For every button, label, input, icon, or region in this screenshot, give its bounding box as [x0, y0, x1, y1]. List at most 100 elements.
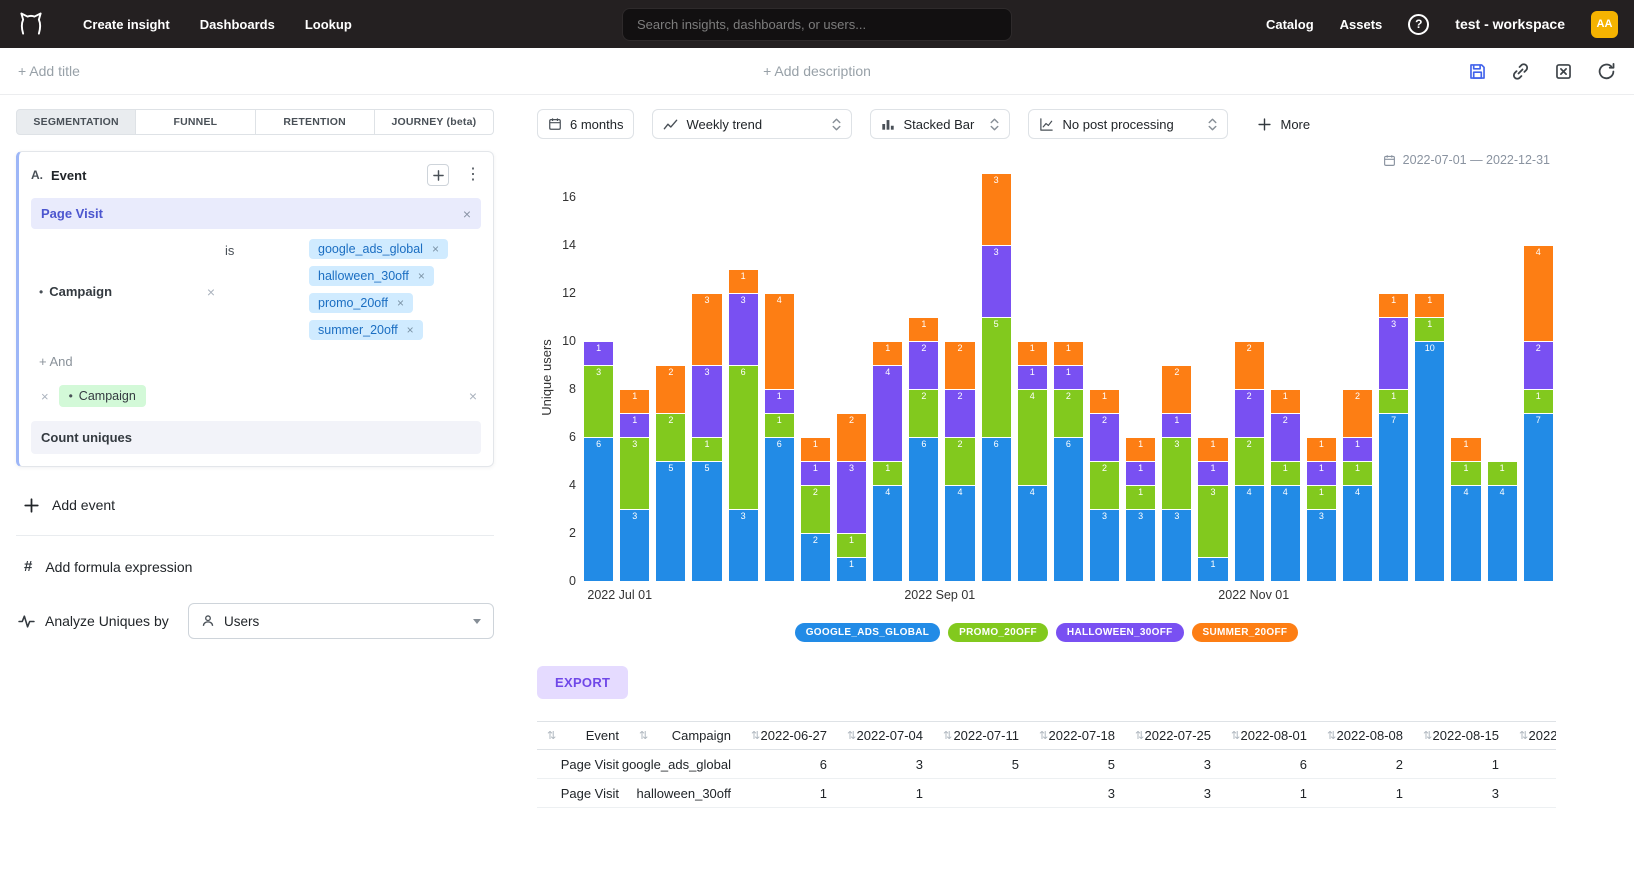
bar-segment-promo_20off[interactable]: 5 — [982, 317, 1011, 437]
bar-2022-10-03[interactable]: 3221 — [1090, 389, 1119, 581]
bar-segment-summer_20off[interactable]: 1 — [1054, 341, 1083, 365]
bar-segment-summer_20off[interactable]: 1 — [1307, 437, 1336, 461]
bar-segment-summer_20off[interactable]: 1 — [1126, 437, 1155, 461]
bar-segment-google_ads_global[interactable]: 3 — [1162, 509, 1191, 581]
bar-segment-promo_20off[interactable]: 1 — [1343, 461, 1372, 485]
add-title-field[interactable]: + Add title — [18, 63, 80, 79]
bar-segment-google_ads_global[interactable]: 3 — [1126, 509, 1155, 581]
bar-segment-summer_20off[interactable]: 3 — [692, 293, 721, 365]
add-description-field[interactable]: + Add description — [763, 63, 871, 79]
bar-segment-google_ads_global[interactable]: 3 — [1307, 509, 1336, 581]
app-logo-cat-icon[interactable] — [16, 9, 46, 39]
bar-segment-summer_20off[interactable]: 2 — [837, 413, 866, 461]
bar-segment-google_ads_global[interactable]: 6 — [584, 437, 613, 581]
column-header-2022-07-18[interactable]: ⇅2022-07-18 — [1029, 722, 1125, 749]
refresh-icon[interactable] — [1597, 62, 1616, 81]
remove-filter-value-icon[interactable]: × — [418, 270, 425, 282]
bar-segment-halloween_30off[interactable]: 1 — [1307, 461, 1336, 485]
bar-segment-summer_20off[interactable]: 4 — [1524, 245, 1553, 341]
dismiss-pending-filter-icon[interactable]: × — [469, 389, 477, 403]
analyze-by-select[interactable]: Users — [188, 603, 494, 639]
bar-segment-promo_20off[interactable]: 3 — [620, 437, 649, 509]
bar-segment-halloween_30off[interactable]: 2 — [1524, 341, 1553, 389]
bar-segment-google_ads_global[interactable]: 4 — [1488, 485, 1517, 581]
bar-segment-google_ads_global[interactable]: 2 — [801, 533, 830, 581]
post-processing-select[interactable]: No post processing — [1028, 109, 1228, 139]
bar-2022-11-07[interactable]: 4121 — [1271, 389, 1300, 581]
chart-type-select[interactable]: Stacked Bar — [870, 109, 1010, 139]
bar-segment-google_ads_global[interactable]: 7 — [1379, 413, 1408, 581]
bar-segment-summer_20off[interactable]: 1 — [1379, 293, 1408, 317]
column-header-2022-08-08[interactable]: ⇅2022-08-08 — [1317, 722, 1413, 749]
bar-segment-promo_20off[interactable]: 1 — [692, 437, 721, 461]
bar-segment-summer_20off[interactable]: 1 — [801, 437, 830, 461]
tab-funnel[interactable]: FUNNEL — [135, 109, 255, 135]
bar-segment-summer_20off[interactable]: 2 — [945, 341, 974, 389]
bar-segment-halloween_30off[interactable]: 3 — [692, 365, 721, 437]
bar-segment-promo_20off[interactable]: 2 — [656, 413, 685, 461]
bar-segment-promo_20off[interactable]: 1 — [1126, 485, 1155, 509]
bar-segment-summer_20off[interactable]: 1 — [1271, 389, 1300, 413]
bar-segment-google_ads_global[interactable]: 6 — [982, 437, 1011, 581]
bar-segment-google_ads_global[interactable]: 6 — [1054, 437, 1083, 581]
bar-2022-10-24[interactable]: 1311 — [1198, 437, 1227, 581]
bar-segment-halloween_30off[interactable]: 1 — [1018, 365, 1047, 389]
bar-segment-promo_20off[interactable]: 1 — [1451, 461, 1480, 485]
bar-segment-halloween_30off[interactable]: 1 — [765, 389, 794, 413]
global-search-input[interactable] — [622, 8, 1012, 41]
add-formula-button[interactable]: # Add formula expression — [16, 558, 494, 575]
bar-segment-halloween_30off[interactable]: 1 — [1126, 461, 1155, 485]
bar-segment-summer_20off[interactable]: 1 — [1451, 437, 1480, 461]
bar-2022-09-19[interactable]: 4411 — [1018, 341, 1047, 581]
bar-2022-08-29[interactable]: 6221 — [909, 317, 938, 581]
bar-2022-11-28[interactable]: 7131 — [1379, 293, 1408, 581]
filter-value-tag[interactable]: summer_20off× — [309, 320, 423, 340]
column-header-2022-06-27[interactable]: ⇅2022-06-27 — [741, 722, 837, 749]
sort-icon[interactable]: ⇅ — [1423, 729, 1432, 742]
bar-segment-summer_20off[interactable]: 4 — [765, 293, 794, 389]
column-header-event[interactable]: ⇅Event — [537, 722, 629, 749]
bar-2022-08-08[interactable]: 2211 — [801, 437, 830, 581]
bar-2022-08-01[interactable]: 6114 — [765, 293, 794, 581]
bar-segment-halloween_30off[interactable]: 3 — [729, 293, 758, 365]
bar-segment-promo_20off[interactable]: 1 — [1524, 389, 1553, 413]
bar-segment-summer_20off[interactable]: 1 — [873, 341, 902, 365]
bar-segment-promo_20off[interactable]: 1 — [1415, 317, 1444, 341]
filter-property-name[interactable]: Campaign — [49, 284, 112, 299]
bar-segment-summer_20off[interactable]: 2 — [1343, 389, 1372, 437]
add-event-button[interactable]: Add event — [16, 497, 494, 513]
bar-segment-halloween_30off[interactable]: 1 — [584, 341, 613, 365]
bar-2022-12-12[interactable]: 411 — [1451, 437, 1480, 581]
remove-event-icon[interactable]: × — [463, 207, 471, 221]
bar-segment-halloween_30off[interactable]: 1 — [1162, 413, 1191, 437]
bar-segment-summer_20off[interactable]: 1 — [1090, 389, 1119, 413]
sort-icon[interactable]: ⇅ — [547, 729, 556, 742]
column-header-2022-08-15[interactable]: ⇅2022-08-15 — [1413, 722, 1509, 749]
column-header-2022-07-11[interactable]: ⇅2022-07-11 — [933, 722, 1029, 749]
bar-segment-summer_20off[interactable]: 1 — [909, 317, 938, 341]
bar-segment-promo_20off[interactable]: 2 — [909, 389, 938, 437]
bar-2022-12-26[interactable]: 7124 — [1524, 245, 1553, 581]
bar-segment-google_ads_global[interactable]: 1 — [837, 557, 866, 581]
bar-segment-google_ads_global[interactable]: 4 — [1235, 485, 1264, 581]
bar-2022-10-17[interactable]: 3312 — [1162, 365, 1191, 581]
bar-segment-promo_20off[interactable]: 2 — [945, 437, 974, 485]
bar-segment-summer_20off[interactable]: 2 — [1235, 341, 1264, 389]
bar-segment-summer_20off[interactable]: 1 — [1198, 437, 1227, 461]
bar-2022-10-31[interactable]: 4222 — [1235, 341, 1264, 581]
bar-segment-promo_20off[interactable]: 2 — [1090, 461, 1119, 509]
sort-icon[interactable]: ⇅ — [751, 729, 760, 742]
filter-operator[interactable]: is — [225, 239, 309, 340]
filter-value-tag[interactable]: halloween_30off× — [309, 266, 434, 286]
bar-segment-google_ads_global[interactable]: 5 — [656, 461, 685, 581]
share-link-icon[interactable] — [1511, 62, 1530, 81]
column-header-2022-07-04[interactable]: ⇅2022-07-04 — [837, 722, 933, 749]
bar-segment-google_ads_global[interactable]: 4 — [1271, 485, 1300, 581]
add-filter-icon[interactable] — [427, 164, 449, 186]
bar-segment-promo_20off[interactable]: 3 — [1198, 485, 1227, 557]
bar-segment-google_ads_global[interactable]: 5 — [692, 461, 721, 581]
date-range-button[interactable]: 6 months — [537, 109, 634, 139]
bar-segment-halloween_30off[interactable]: 2 — [945, 389, 974, 437]
sort-icon[interactable]: ⇅ — [847, 729, 856, 742]
nav-assets[interactable]: Assets — [1340, 17, 1383, 32]
